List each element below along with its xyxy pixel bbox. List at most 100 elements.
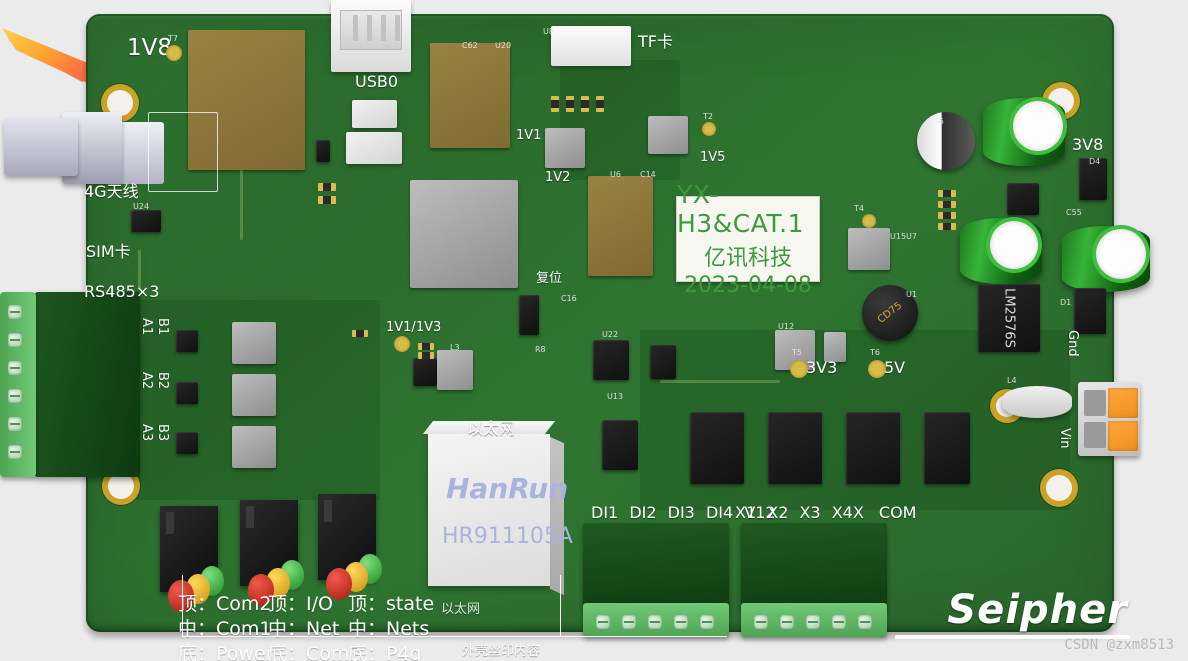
label-di3: DI3 xyxy=(667,503,695,522)
terminal-screw xyxy=(8,389,22,403)
legend-3-line-3: 底：P4g xyxy=(348,643,422,661)
ref-r8: R8 xyxy=(535,345,546,354)
electrolytic-cap-3 xyxy=(1062,226,1150,292)
silk-1v8: 1V8 xyxy=(127,35,173,61)
silk-3v3: 3V3 xyxy=(806,358,838,377)
silk-gnd: Gnd xyxy=(1065,330,1080,357)
smd-resistor xyxy=(596,96,604,112)
opto-isolator xyxy=(768,412,822,484)
logic-ic xyxy=(650,345,676,379)
silk-1v1: 1V1 xyxy=(516,128,542,143)
electrolytic-cap-c76 xyxy=(917,112,975,170)
common-mode-choke-l4 xyxy=(1002,386,1072,418)
smd-resistor xyxy=(551,96,559,112)
brand-logo: Seipher xyxy=(947,587,1128,633)
shield-can-u2 xyxy=(410,180,518,288)
ref-t2: T2 xyxy=(703,112,713,121)
ref-u20: U20 xyxy=(495,41,512,50)
power-input-terminal xyxy=(1078,382,1140,456)
terminal-screw xyxy=(8,333,22,347)
terminal-screw xyxy=(8,305,22,319)
smd-resistor xyxy=(318,183,336,191)
ref-c16: C16 xyxy=(561,294,577,303)
pcb-trace xyxy=(660,380,780,383)
sticker-line-2: 亿讯科技 xyxy=(703,246,792,271)
smd-resistor xyxy=(938,212,956,219)
isolation-module xyxy=(232,322,276,364)
pcb-render-scene: USB0 C62 U20 TF卡 U8 1V8 T7 4G天线 U24 SIM卡… xyxy=(0,0,1188,661)
terminal-screw xyxy=(8,445,22,459)
silk-1v5: 1V5 xyxy=(700,150,726,165)
ref-u12: U12 xyxy=(778,322,795,331)
test-pad-t2 xyxy=(702,122,716,136)
smd-resistor xyxy=(938,190,956,197)
ref-u7: U7 xyxy=(906,232,917,241)
ddr-memory-u6 xyxy=(588,176,653,276)
label-di4: DI4 xyxy=(705,503,734,522)
silk-ethernet-top: 以太网 xyxy=(467,419,516,438)
product-label-sticker: YX-H3&CAT.1 亿讯科技 2023-04-08 xyxy=(676,180,820,298)
logic-ic-u22 xyxy=(593,340,629,380)
silk-vin: Vin xyxy=(1057,428,1072,449)
terminal-pin-b3: B3 xyxy=(155,424,170,442)
ref-u6: U6 xyxy=(610,170,621,179)
ref-c76: C76 xyxy=(928,117,944,126)
label-com: COM xyxy=(878,503,917,522)
ref-u22: U22 xyxy=(602,330,619,339)
label-di2: DI2 xyxy=(629,503,657,522)
isolation-module xyxy=(232,426,276,468)
diode-d1 xyxy=(1074,288,1106,334)
label-x4x: X4X xyxy=(831,503,864,522)
smd-resistor xyxy=(938,201,956,208)
ref-c62: C62 xyxy=(462,41,478,50)
ref-u13: U13 xyxy=(607,392,624,401)
ref-u8: U8 xyxy=(543,27,554,36)
pcb-trace xyxy=(138,250,141,290)
ref-t7: T7 xyxy=(168,34,178,43)
label-x2: X2 xyxy=(767,503,789,522)
sticker-line-3: 2023-04-08 xyxy=(684,273,812,298)
test-pad-t7 xyxy=(166,45,182,61)
terminal-screw xyxy=(8,417,22,431)
test-pad-t4 xyxy=(862,214,876,228)
silk-usb0: USB0 xyxy=(355,72,399,91)
rj45-brand: HanRun xyxy=(446,472,569,505)
isolation-module xyxy=(232,374,276,416)
sticker-line-1: YX-H3&CAT.1 xyxy=(677,180,804,238)
terminal-pin-b2: B2 xyxy=(155,372,170,390)
terminal-pin-b1: B1 xyxy=(155,318,170,336)
ref-t5: T5 xyxy=(792,348,802,357)
mounting-hole xyxy=(1046,475,1072,501)
terminal-pin-a1: A1 xyxy=(139,318,154,336)
smd-resistor xyxy=(938,223,956,230)
silk-tf-card: TF卡 xyxy=(638,32,673,51)
ref-l3: L3 xyxy=(450,343,460,352)
ref-u24: U24 xyxy=(133,202,150,211)
silk-1v2: 1V2 xyxy=(545,170,571,185)
electrolytic-cap-3v8 xyxy=(983,98,1065,166)
silk-reset: 复位 xyxy=(536,271,563,286)
smd-resistor xyxy=(566,96,574,112)
rs485-transceiver xyxy=(176,432,198,454)
ref-d4: D4 xyxy=(1089,157,1101,166)
terminal-screw xyxy=(754,615,768,629)
terminal-pin-a3: A3 xyxy=(139,424,154,442)
silk-enclosure-note: 外壳丝印内容 xyxy=(462,644,541,659)
inductor-l3 xyxy=(437,350,473,390)
antenna-outline xyxy=(148,112,218,192)
rs485-terminal-block xyxy=(0,292,140,477)
terminal-screw xyxy=(832,615,846,629)
terminal-screw xyxy=(780,615,794,629)
x-terminal-block xyxy=(741,523,887,637)
silk-3v8: 3V8 xyxy=(1072,135,1104,154)
smd-resistor xyxy=(318,196,336,204)
silk-sim: SIM卡 xyxy=(86,242,131,261)
filter-part xyxy=(352,100,397,128)
label-x1: X1 xyxy=(735,503,757,522)
silk-4g-antenna: 4G天线 xyxy=(84,182,139,201)
silk-rs485: RS485×3 xyxy=(84,282,160,301)
rj45-part-number: HR911105A xyxy=(442,524,573,549)
ref-d1: D1 xyxy=(1060,298,1072,307)
ref-u15: U15 xyxy=(890,232,907,241)
x-label-row: X1 X2 X3 X4X COM xyxy=(735,503,922,522)
